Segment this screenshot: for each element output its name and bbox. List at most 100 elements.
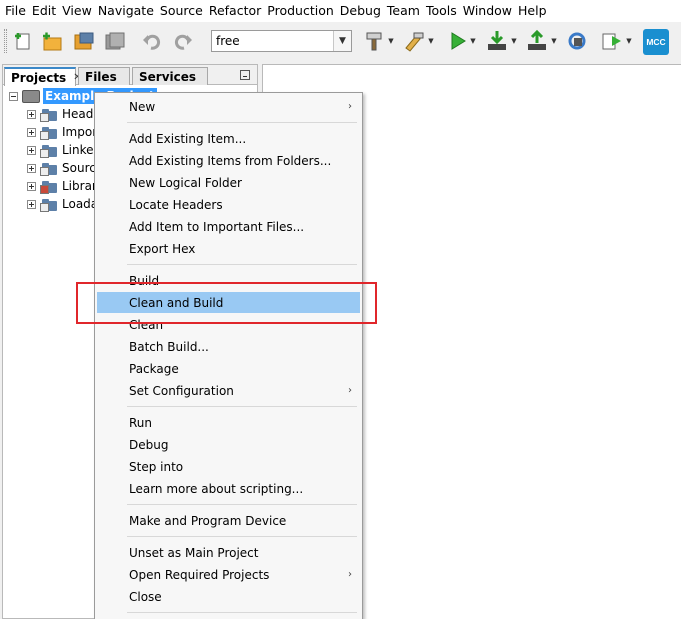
menu-item-label: Make and Program Device	[129, 513, 287, 528]
program-device-icon[interactable]: ▼	[482, 28, 520, 54]
menu-separator	[127, 122, 357, 123]
read-device-icon[interactable]: ▼	[522, 28, 560, 54]
folder-icon	[40, 125, 58, 140]
menu-item-new[interactable]: New ›	[97, 96, 360, 117]
menu-window[interactable]: Window	[460, 0, 515, 22]
menu-item-label: Add Existing Items from Folders...	[129, 153, 332, 168]
menu-item-set-configuration[interactable]: Set Configuration ›	[97, 380, 360, 401]
menu-item-unset-as-main-project[interactable]: Unset as Main Project	[97, 542, 360, 563]
menu-help[interactable]: Help	[515, 0, 550, 22]
chevron-down-icon[interactable]: ▼	[333, 31, 351, 51]
minimize-icon[interactable]	[240, 70, 250, 80]
save-all-icon[interactable]	[101, 28, 129, 54]
run-icon[interactable]: ▼	[444, 28, 480, 54]
folder-icon	[40, 107, 58, 122]
menu-debug[interactable]: Debug	[337, 0, 384, 22]
tab-projects-label: Projects	[11, 70, 67, 85]
menu-source[interactable]: Source	[157, 0, 206, 22]
menu-item-add-existing-items-from-folders[interactable]: Add Existing Items from Folders...	[97, 150, 360, 171]
menu-item-close[interactable]: Close	[97, 586, 360, 607]
menu-item-open-required-projects[interactable]: Open Required Projects ›	[97, 564, 360, 585]
menu-refactor[interactable]: Refactor	[206, 0, 264, 22]
menu-item-new-logical-folder[interactable]: New Logical Folder	[97, 172, 360, 193]
menu-separator	[127, 264, 357, 265]
menu-item-debug[interactable]: Debug	[97, 434, 360, 455]
toolbar: free ▼ ▼ ▼ ▼ ▼ ▼ ▼ MCC	[0, 22, 681, 60]
menu-item-learn-more-about-scripting[interactable]: Learn more about scripting...	[97, 478, 360, 499]
panel-tabs: Projects ✕ Files Services	[3, 65, 257, 86]
menu-item-label: New Logical Folder	[129, 175, 242, 190]
menu-separator	[127, 612, 357, 613]
collapse-icon[interactable]	[9, 91, 18, 101]
menu-item-run[interactable]: Run	[97, 412, 360, 433]
menu-bar: File Edit View Navigate Source Refactor …	[0, 0, 681, 22]
menu-item-label: Add Existing Item...	[129, 131, 247, 146]
expand-icon[interactable]	[27, 199, 36, 209]
menu-item-step-into[interactable]: Step into	[97, 456, 360, 477]
menu-tools[interactable]: Tools	[423, 0, 460, 22]
menu-item-label: Open Required Projects	[129, 567, 270, 582]
new-project-icon[interactable]	[38, 28, 66, 54]
menu-navigate[interactable]: Navigate	[95, 0, 157, 22]
menu-item-add-existing-item[interactable]: Add Existing Item...	[97, 128, 360, 149]
menu-item-batch-build[interactable]: Batch Build...	[97, 336, 360, 357]
chevron-right-icon: ›	[348, 101, 352, 112]
menu-separator	[127, 504, 357, 505]
menu-production[interactable]: Production	[264, 0, 337, 22]
menu-item-label: Package	[129, 361, 179, 376]
menu-item-add-item-to-important-files[interactable]: Add Item to Important Files...	[97, 216, 360, 237]
expand-icon[interactable]	[27, 181, 36, 191]
menu-separator	[127, 536, 357, 537]
configuration-select[interactable]: free ▼	[211, 30, 352, 52]
menu-item-label: Batch Build...	[129, 339, 209, 354]
menu-item-package[interactable]: Package	[97, 358, 360, 379]
folder-icon	[40, 161, 58, 176]
menu-item-label: Run	[129, 415, 153, 430]
debug-project-icon[interactable]: ▼	[596, 28, 636, 54]
expand-icon[interactable]	[27, 145, 36, 155]
menu-item-export-hex[interactable]: Export Hex	[97, 238, 360, 259]
tab-services-label: Services	[139, 69, 197, 84]
menu-item-label: Export Hex	[129, 241, 196, 256]
refresh-icon[interactable]	[562, 28, 592, 54]
tab-services[interactable]: Services	[132, 67, 208, 85]
menu-file[interactable]: File	[2, 0, 29, 22]
build-hammer-icon[interactable]: ▼	[360, 28, 398, 54]
menu-item-label: Unset as Main Project	[129, 545, 259, 560]
menu-item-label: Locate Headers	[129, 197, 223, 212]
menu-item-label: Set Configuration	[129, 383, 234, 398]
expand-icon[interactable]	[27, 127, 36, 137]
menu-team[interactable]: Team	[384, 0, 423, 22]
configuration-value: free	[216, 34, 240, 48]
chevron-right-icon: ›	[348, 569, 352, 580]
library-folder-icon	[40, 179, 58, 194]
open-project-icon[interactable]	[70, 28, 98, 54]
menu-item-label: New	[129, 99, 156, 114]
menu-item-label: Learn more about scripting...	[129, 481, 304, 496]
folder-icon	[40, 197, 58, 212]
menu-item-label: Close	[129, 589, 162, 604]
redo-icon[interactable]	[170, 28, 196, 54]
context-menu: New › Add Existing Item... Add Existing …	[94, 92, 363, 619]
menu-item-locate-headers[interactable]: Locate Headers	[97, 194, 360, 215]
tab-files[interactable]: Files	[78, 67, 130, 85]
menu-item-label: Debug	[129, 437, 169, 452]
menu-item-make-and-program-device[interactable]: Make and Program Device	[97, 510, 360, 531]
chevron-right-icon: ›	[348, 385, 352, 396]
tab-files-label: Files	[85, 69, 117, 84]
toolbar-grip[interactable]	[4, 29, 7, 53]
undo-icon[interactable]	[139, 28, 165, 54]
menu-item-label: Add Item to Important Files...	[129, 219, 305, 234]
expand-icon[interactable]	[27, 109, 36, 119]
tab-projects[interactable]: Projects ✕	[4, 67, 82, 86]
highlight-annotation-box	[76, 282, 377, 324]
clean-build-icon[interactable]: ▼	[398, 28, 438, 54]
menu-edit[interactable]: Edit	[29, 0, 59, 22]
menu-item-label: Step into	[129, 459, 184, 474]
mcc-icon[interactable]: MCC	[643, 29, 669, 55]
new-file-icon[interactable]	[10, 28, 36, 54]
folder-icon	[40, 143, 58, 158]
expand-icon[interactable]	[27, 163, 36, 173]
menu-view[interactable]: View	[59, 0, 95, 22]
chip-icon	[22, 89, 40, 103]
